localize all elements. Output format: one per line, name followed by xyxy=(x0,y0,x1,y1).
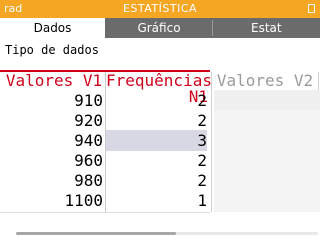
tab-bar: Dados Gráfico Estat xyxy=(0,18,320,38)
app-title: ESTATÍSTICA xyxy=(122,2,198,15)
table-row: 1100 1 xyxy=(0,190,210,211)
cell-n1-selected[interactable]: 3 xyxy=(106,130,207,151)
horizontal-scrollbar[interactable] xyxy=(16,232,318,235)
header-valores-v1[interactable]: Valores V1 xyxy=(4,73,104,89)
cell-n1[interactable]: 2 xyxy=(106,150,207,171)
data-type-label[interactable]: Tipo de dados xyxy=(5,43,99,57)
cell-n1[interactable]: 2 xyxy=(106,170,207,191)
cell-v1[interactable]: 940 xyxy=(0,130,103,151)
column-v2-header-row xyxy=(214,90,320,110)
header-valores-v2[interactable]: Valores V2 xyxy=(215,73,315,89)
column-divider-right xyxy=(318,72,319,90)
tab-estat[interactable]: Estat xyxy=(213,18,320,38)
cell-v1[interactable]: 960 xyxy=(0,150,103,171)
table-row: 960 2 xyxy=(0,150,210,171)
table-bottom-border xyxy=(0,212,210,213)
cell-v1[interactable]: 920 xyxy=(0,110,103,131)
table-row: 980 2 xyxy=(0,170,210,191)
battery-icon xyxy=(308,4,315,13)
scrollbar-thumb[interactable] xyxy=(16,232,176,235)
cell-v1[interactable]: 910 xyxy=(0,90,103,111)
table-row: 920 2 xyxy=(0,110,210,131)
tab-dados[interactable]: Dados xyxy=(0,18,105,38)
cell-n1[interactable]: 1 xyxy=(106,190,207,211)
column-v2-area[interactable] xyxy=(214,110,320,212)
status-bar: rad ESTATÍSTICA xyxy=(0,0,320,18)
table-row: 940 3 xyxy=(0,130,210,151)
cell-n1[interactable]: 2 xyxy=(106,110,207,131)
column-divider xyxy=(211,72,212,212)
cell-n1[interactable]: 2 xyxy=(106,90,207,111)
table-row: 910 2 xyxy=(0,90,210,111)
cell-v1[interactable]: 1100 xyxy=(0,190,103,211)
header-frequencias-n1[interactable]: Frequências N1 xyxy=(106,73,212,105)
cell-v1[interactable]: 980 xyxy=(0,170,103,191)
tab-grafico[interactable]: Gráfico xyxy=(105,18,213,38)
